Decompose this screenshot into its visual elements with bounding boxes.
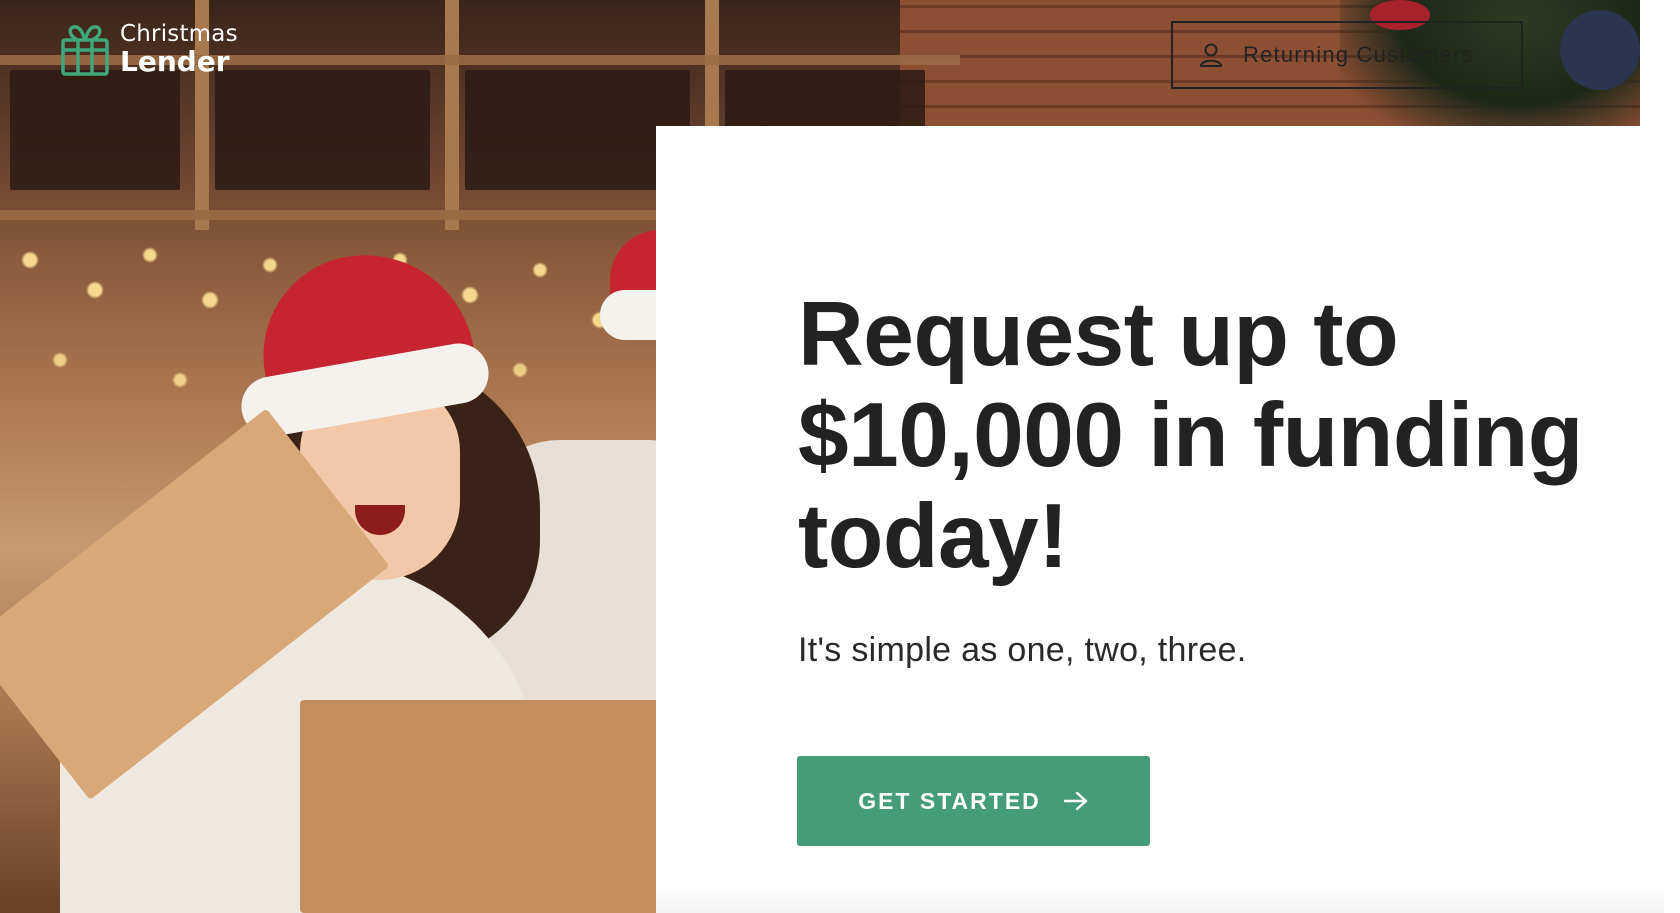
gift-box	[300, 700, 660, 913]
user-icon	[1199, 43, 1223, 67]
arrow-right-icon	[1063, 791, 1087, 811]
hero-card: Request up to $10,000 in funding today! …	[656, 126, 1664, 913]
returning-customers-button[interactable]: Returning Customers	[1171, 21, 1523, 89]
returning-customers-label: Returning Customers	[1243, 42, 1474, 67]
gift-icon	[61, 25, 109, 76]
get-started-label: GET STARTED	[858, 787, 1041, 814]
hero-subheadline: It's simple as one, two, three.	[798, 631, 1247, 669]
card-bottom-fade	[656, 885, 1664, 913]
brand-name: Christmas Lender	[120, 20, 238, 78]
brand-name-line2: Lender	[120, 44, 230, 78]
brand-logo[interactable]: Christmas Lender	[60, 22, 238, 76]
brand-name-line1: Christmas	[120, 20, 238, 47]
hero-headline: Request up to $10,000 in funding today!	[798, 284, 1583, 587]
get-started-button[interactable]: GET STARTED	[797, 756, 1150, 846]
